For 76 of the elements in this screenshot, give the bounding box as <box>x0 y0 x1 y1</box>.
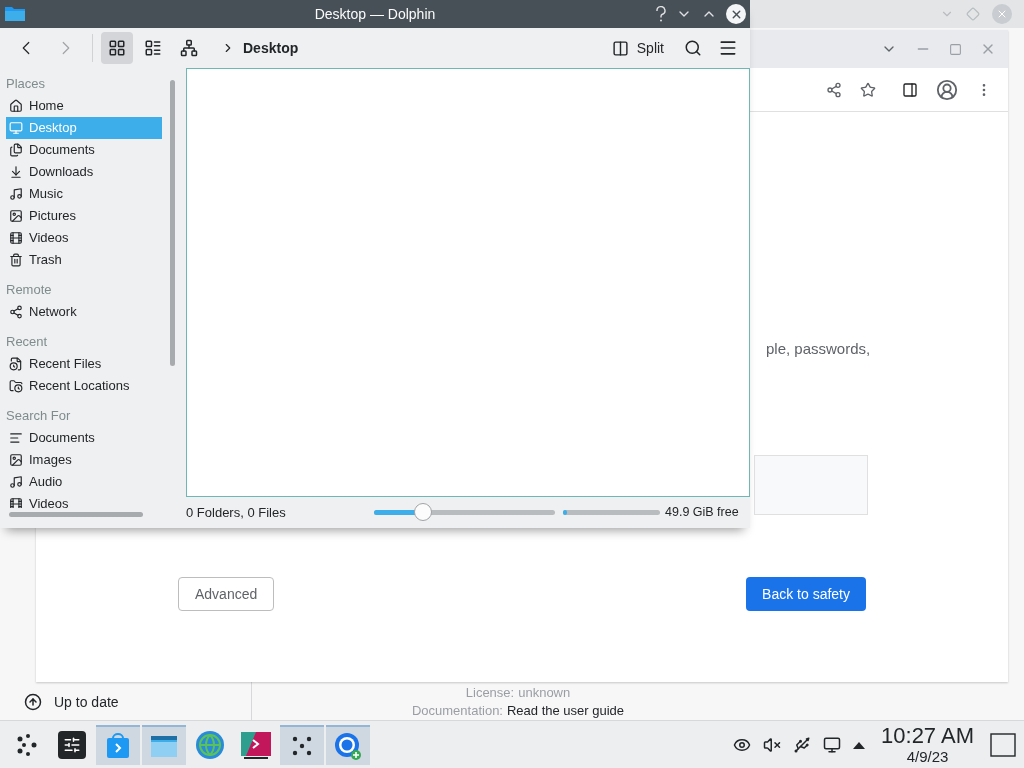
sidebar-item[interactable]: Network <box>6 301 162 323</box>
sidebar-item[interactable]: Documents <box>6 427 162 449</box>
detail-label: License: <box>465 684 515 703</box>
section-heading: Search For <box>6 407 71 426</box>
sidebar-item[interactable]: Recent Locations <box>6 375 162 397</box>
sidebar-item[interactable]: Videos <box>6 227 162 249</box>
sidebar-item[interactable]: Recent Files <box>6 353 162 375</box>
image-icon <box>9 209 23 223</box>
split-view-icon <box>611 39 629 57</box>
search-icon[interactable] <box>684 39 702 57</box>
section-heading: Recent <box>6 333 48 352</box>
sidebar-item[interactable]: Home <box>6 95 162 117</box>
taskbar-item[interactable] <box>280 724 324 765</box>
browser-icon <box>333 730 363 761</box>
text-lines-icon <box>9 431 23 445</box>
split-button[interactable]: Split <box>603 32 672 64</box>
profile-icon[interactable] <box>936 78 958 101</box>
presentation-icon <box>240 730 272 759</box>
globe-icon <box>196 730 224 759</box>
shopping-bag-icon <box>104 731 132 760</box>
section-heading: Remote <box>6 281 52 300</box>
sidebar-item[interactable]: Videos <box>6 493 162 508</box>
detail-value: unknown <box>518 684 571 703</box>
window-title: Desktop — Dolphin <box>313 4 437 24</box>
status-text: 0 Folders, 0 Files <box>186 503 287 522</box>
download-icon <box>9 165 23 179</box>
folder-clock-icon <box>9 379 23 393</box>
usb-icon[interactable] <box>793 735 812 754</box>
folder-icon <box>4 6 26 22</box>
settings-icon <box>58 730 86 759</box>
clock-date[interactable]: 4/9/23 <box>906 749 949 764</box>
film-icon <box>9 231 23 245</box>
monitor-icon <box>9 121 23 135</box>
sidebar-item[interactable]: Audio <box>6 471 162 493</box>
scrollbar[interactable] <box>170 80 175 366</box>
page-text: ple, passwords, <box>766 339 872 359</box>
free-space-text: 49.9 GiB free <box>665 504 739 522</box>
detail-label: Documentation: <box>411 702 503 721</box>
close-icon[interactable] <box>726 4 746 24</box>
home-icon <box>9 99 23 113</box>
update-icon <box>24 693 42 711</box>
volume-muted-icon[interactable] <box>763 735 782 754</box>
back-to-safety-button[interactable]: Back to safety <box>746 577 866 611</box>
breadcrumb-item[interactable]: Desktop <box>239 37 303 59</box>
sidebar-item[interactable]: Up to date <box>54 691 119 713</box>
clock-time[interactable]: 10:27 AM <box>881 725 974 747</box>
trash-icon <box>9 253 23 267</box>
sidebar-item[interactable]: Downloads <box>6 161 162 183</box>
section-heading: Places <box>6 75 46 94</box>
star-icon[interactable] <box>860 81 876 98</box>
sidebar-item[interactable]: Trash <box>6 249 162 271</box>
image-icon <box>9 453 23 467</box>
slider-handle[interactable] <box>413 503 432 521</box>
share-icon[interactable] <box>826 81 842 98</box>
tree-view-icon <box>180 39 198 57</box>
help-icon[interactable] <box>655 6 667 22</box>
side-panel-icon[interactable] <box>902 81 918 98</box>
list-view-icon <box>144 39 162 57</box>
grid-view-button[interactable] <box>101 32 133 64</box>
music-note-icon <box>9 475 23 489</box>
expand-tray-icon[interactable] <box>853 740 866 749</box>
music-note-icon <box>9 187 23 201</box>
menu-icon[interactable] <box>718 38 738 58</box>
scrollbar[interactable] <box>9 512 143 517</box>
film-icon <box>9 497 23 508</box>
advanced-button[interactable]: Advanced <box>178 577 275 611</box>
documents-icon <box>9 143 23 157</box>
grid-view-icon <box>108 39 126 57</box>
show-desktop-icon[interactable] <box>990 732 1016 757</box>
detail-value: Read the user guide <box>507 702 625 721</box>
zoom-slider[interactable] <box>372 503 557 522</box>
sidebar-item[interactable]: Documents <box>6 139 162 161</box>
sidebar-item[interactable]: Pictures <box>6 205 162 227</box>
sidebar-item[interactable]: Music <box>6 183 162 205</box>
file-clock-icon <box>9 357 23 371</box>
sidebar-item[interactable]: Images <box>6 449 162 471</box>
